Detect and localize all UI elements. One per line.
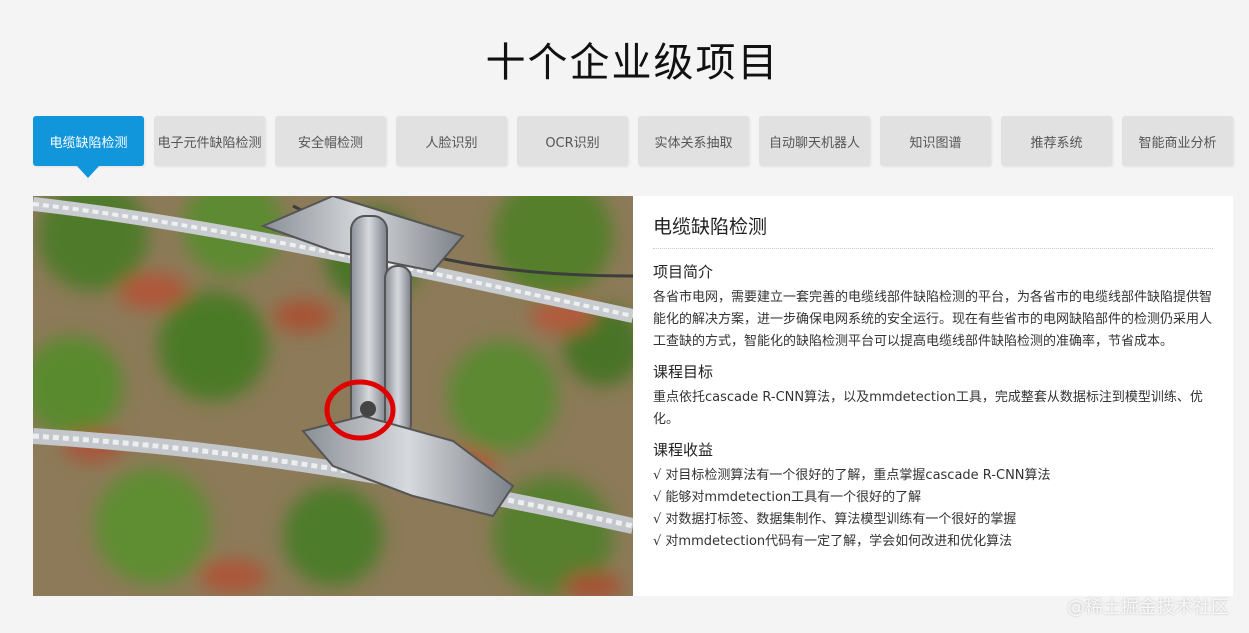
tab-chatbot[interactable]: 自动聊天机器人 — [759, 116, 870, 166]
tab-face-recognition[interactable]: 人脸识别 — [396, 116, 507, 166]
benefits-list: √ 对目标检测算法有一个很好的了解，重点掌握cascade R-CNN算法 √ … — [653, 465, 1213, 553]
tab-recommendation-system[interactable]: 推荐系统 — [1001, 116, 1112, 166]
power-cable-clamp-photo — [33, 196, 633, 596]
intro-text: 各省市电网，需要建立一套完善的电缆线部件缺陷检测的平台，为各省市的电缆线部件缺陷… — [653, 290, 1213, 349]
goal-text: 重点依托cascade R-CNN算法，以及mmdetection工具，完成整套… — [653, 390, 1203, 427]
tab-cable-defect-detection[interactable]: 电缆缺陷检测 — [33, 116, 144, 166]
tab-knowledge-graph[interactable]: 知识图谱 — [880, 116, 991, 166]
project-tabs: 电缆缺陷检测 电子元件缺陷检测 安全帽检测 人脸识别 OCR识别 实体关系抽取 … — [33, 116, 1233, 178]
tab-business-analytics[interactable]: 智能商业分析 — [1122, 116, 1233, 166]
benefit-item: √ 对数据打标签、数据集制作、算法模型训练有一个很好的掌握 — [653, 512, 1017, 527]
page-title: 十个企业级项目 — [485, 40, 780, 86]
tab-ocr-recognition[interactable]: OCR识别 — [517, 116, 628, 166]
benefit-item: √ 对mmdetection代码有一定了解，学会如何改进和优化算法 — [653, 534, 1013, 549]
benefit-item: √ 能够对mmdetection工具有一个很好的了解 — [653, 490, 922, 505]
project-detail-panel: 电缆缺陷检测 项目简介 各省市电网，需要建立一套完善的电缆线部件缺陷检测的平台，… — [633, 196, 1233, 596]
goal-heading: 课程目标 — [653, 363, 714, 381]
project-photo — [33, 196, 633, 596]
active-tab-pointer-icon — [77, 166, 99, 178]
tab-electronic-component-defect-detection[interactable]: 电子元件缺陷检测 — [154, 116, 265, 166]
benefits-heading: 课程收益 — [653, 441, 714, 459]
intro-heading: 项目简介 — [653, 263, 714, 281]
project-detail-title: 电缆缺陷检测 — [653, 212, 1213, 249]
benefit-item: √ 对目标检测算法有一个很好的了解，重点掌握cascade R-CNN算法 — [653, 468, 1051, 483]
tab-helmet-detection[interactable]: 安全帽检测 — [275, 116, 386, 166]
watermark: @稀土掘金技术社区 — [1067, 597, 1229, 618]
tab-entity-relation-extraction[interactable]: 实体关系抽取 — [638, 116, 749, 166]
